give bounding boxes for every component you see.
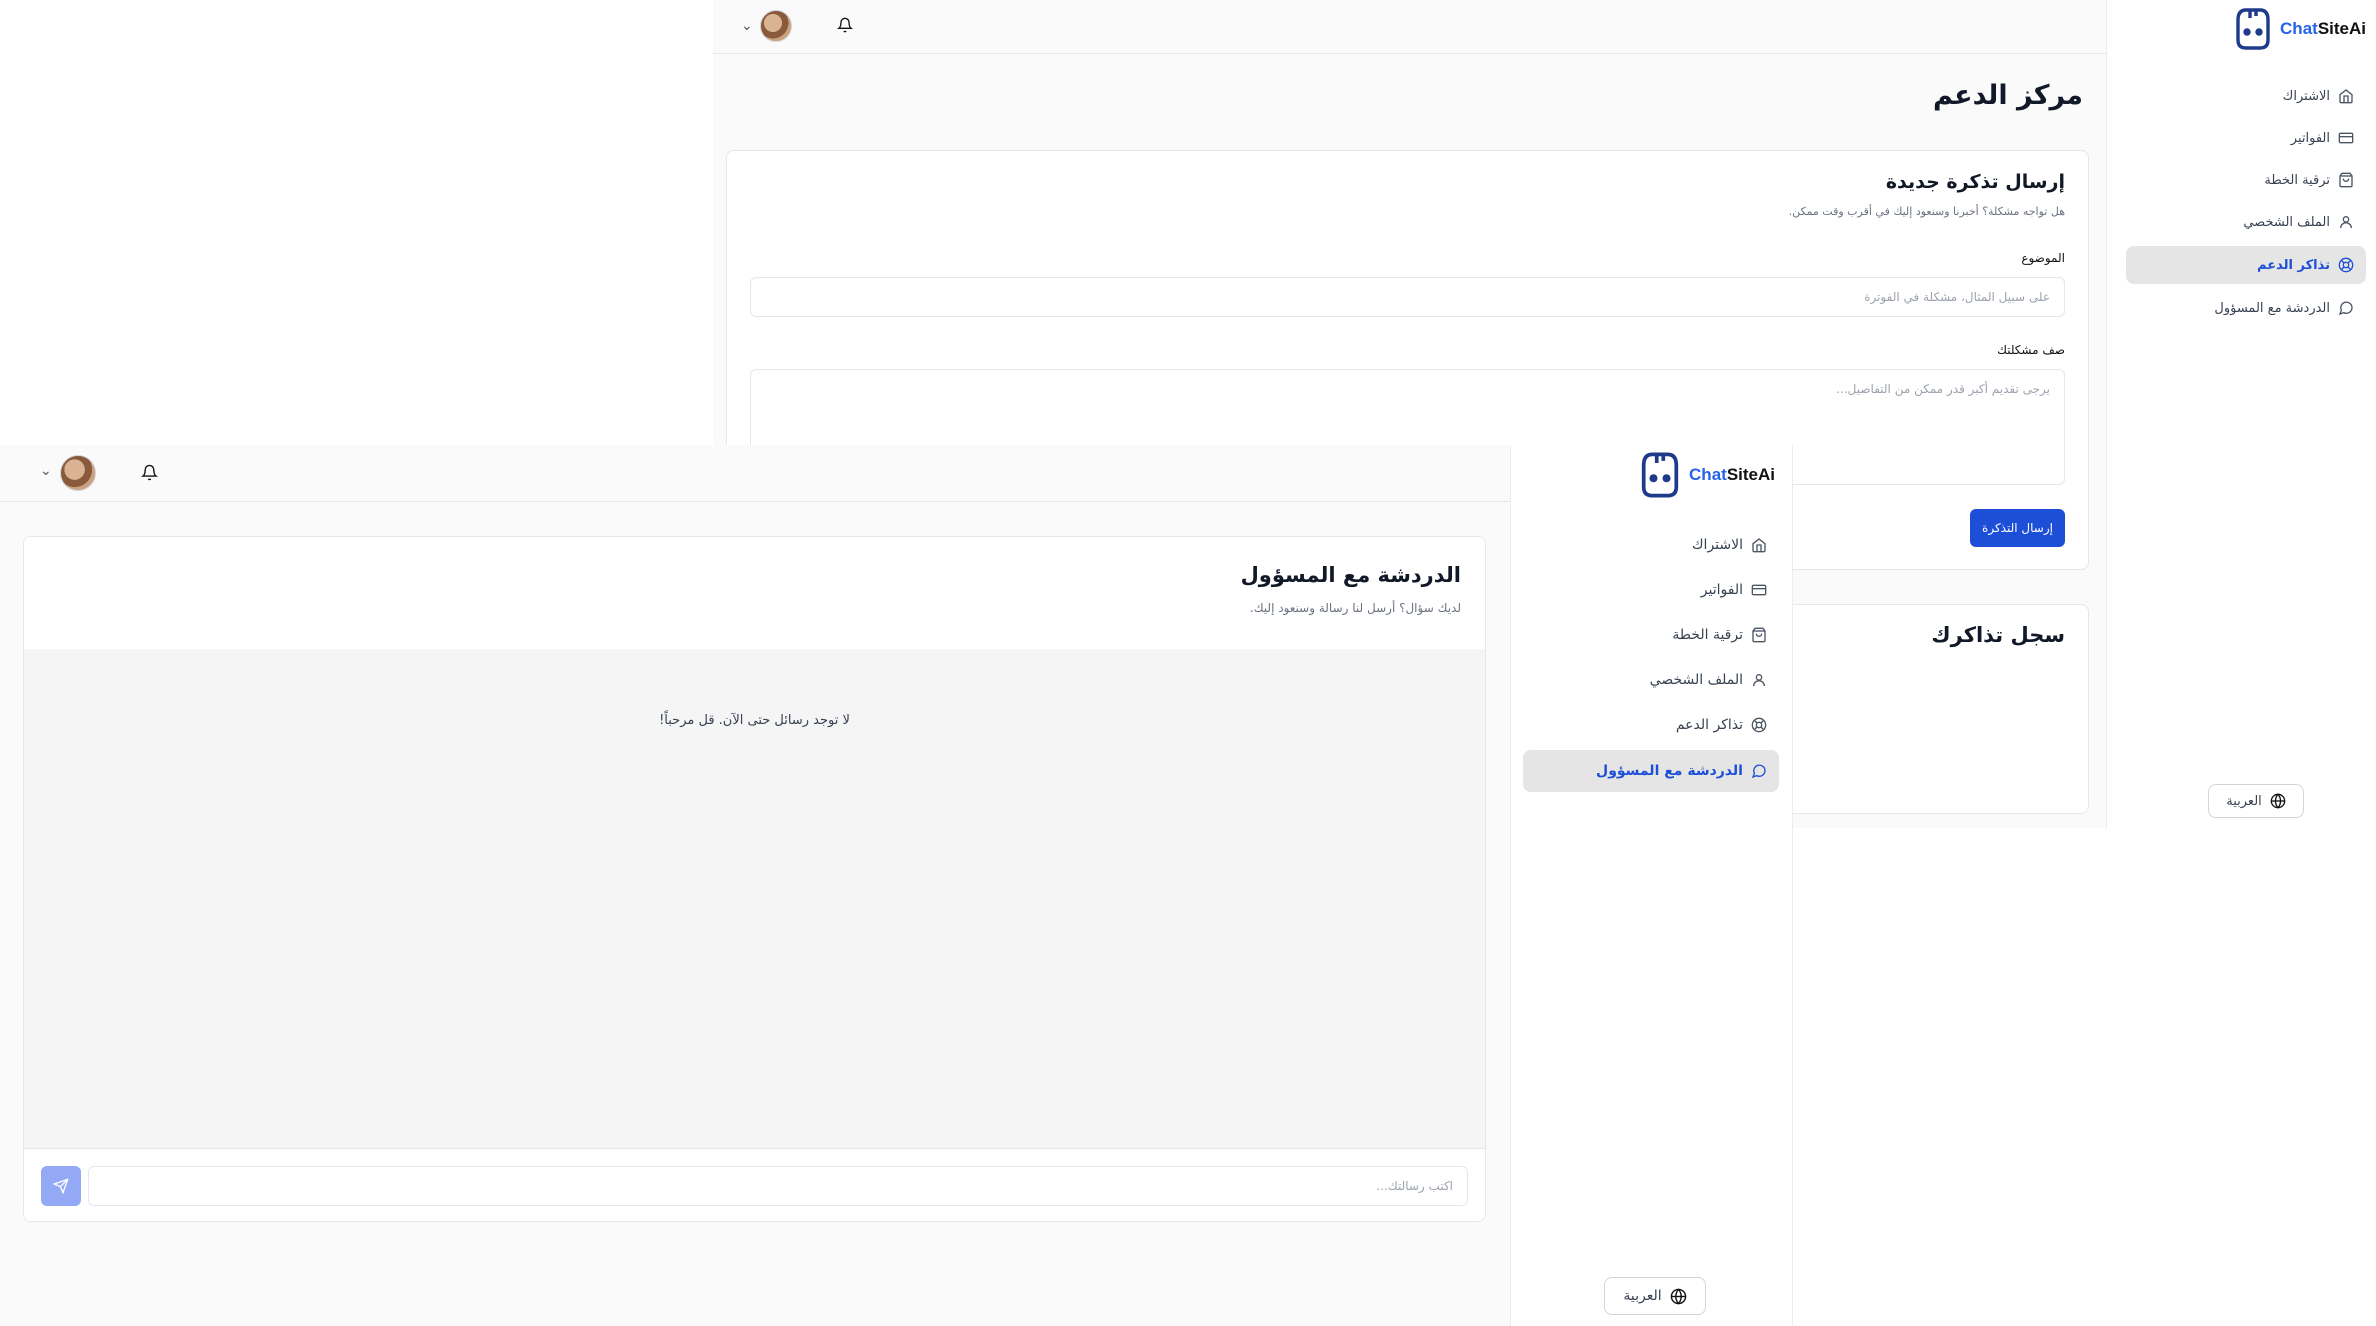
sidebar-item-label: الاشتراك — [1692, 537, 1743, 553]
sidebar-item-label: الملف الشخصي — [2243, 214, 2330, 230]
brand-name-prefix: Chat — [2280, 19, 2318, 38]
chevron-down-icon[interactable]: ⌄ — [40, 464, 52, 478]
sidebar-item-invoices[interactable]: الفواتير — [1523, 570, 1779, 610]
sidebar-item-upgrade-plan[interactable]: ترقية الخطة — [1523, 615, 1779, 655]
main-area: ⌄ الدردشة مع المسؤول لديك سؤال؟ أرسل لنا… — [0, 445, 1510, 1326]
message-input[interactable]: اكتب رسالتك... — [88, 1166, 1468, 1206]
sidebar-item-support-tickets[interactable]: تذاكر الدعم — [2126, 246, 2366, 284]
sidebar-item-label: الفواتير — [1700, 582, 1743, 598]
sidebar-item-label: ترقية الخطة — [2264, 172, 2330, 188]
sidebar-item-label: تذاكر الدعم — [1675, 717, 1743, 733]
sidebar-item-label: الدردشة مع المسؤول — [1596, 763, 1743, 779]
sidebar-item-upgrade-plan[interactable]: ترقية الخطة — [2126, 162, 2366, 198]
chevron-down-icon[interactable]: ⌄ — [741, 19, 753, 33]
language-selector[interactable]: العربية — [1604, 1277, 1706, 1315]
sidebar-item-label: الملف الشخصي — [1649, 672, 1743, 688]
top-bar: ⌄ — [713, 0, 2106, 54]
sidebar-item-label: ترقية الخطة — [1672, 627, 1743, 643]
brand-name-suffix: SiteAi — [2317, 19, 2366, 38]
credit-card-icon — [2338, 130, 2354, 146]
logo-icon — [2232, 6, 2274, 52]
messages-area: لا توجد رسائل حتى الآن. قل مرحباً! — [24, 649, 1485, 1149]
chat-card: الدردشة مع المسؤول لديك سؤال؟ أرسل لنا ر… — [23, 536, 1486, 1222]
sidebar-item-subscription[interactable]: الاشتراك — [1523, 525, 1779, 565]
language-selector[interactable]: العربية — [2208, 784, 2304, 818]
language-label: العربية — [2226, 793, 2262, 809]
top-bar: ⌄ — [0, 445, 1510, 502]
bell-icon[interactable] — [837, 17, 853, 33]
sidebar-nav: الاشتراك الفواتير ترقية الخطة الملف الشخ… — [1523, 525, 1779, 792]
home-icon — [2338, 88, 2354, 104]
sidebar: ChatSiteAi الاشتراك الفواتير ترقية الخطة… — [2106, 0, 2376, 828]
sidebar-item-profile[interactable]: الملف الشخصي — [1523, 660, 1779, 700]
language-label: العربية — [1623, 1288, 1662, 1304]
submit-ticket-button[interactable]: إرسال التذكرة — [1970, 509, 2065, 547]
brand-name: ChatSiteAi — [2280, 19, 2366, 39]
lifebuoy-icon — [2338, 257, 2354, 273]
sidebar-item-label: تذاكر الدعم — [2257, 257, 2330, 273]
send-icon — [53, 1178, 69, 1194]
sidebar-item-profile[interactable]: الملف الشخصي — [2126, 204, 2366, 240]
message-circle-icon — [2338, 300, 2354, 316]
user-icon — [1751, 672, 1767, 688]
subject-input[interactable]: على سبيل المثال، مشكلة في الفوترة — [750, 277, 2065, 317]
user-icon — [2338, 214, 2354, 230]
credit-card-icon — [1751, 582, 1767, 598]
brand-name-suffix: SiteAi — [1726, 465, 1775, 484]
bell-icon[interactable] — [141, 464, 158, 481]
home-icon — [1751, 537, 1767, 553]
sidebar-item-support-tickets[interactable]: تذاكر الدعم — [1523, 705, 1779, 745]
sidebar: ChatSiteAi الاشتراك الفواتير ترقية الخطة… — [1510, 445, 1793, 1326]
shopping-bag-icon — [1751, 627, 1767, 643]
sidebar-item-invoices[interactable]: الفواتير — [2126, 120, 2366, 156]
admin-chat-window: ⌄ الدردشة مع المسؤول لديك سؤال؟ أرسل لنا… — [0, 445, 1793, 1326]
message-circle-icon — [1751, 763, 1767, 779]
new-ticket-title: إرسال تذكرة جديدة — [1885, 171, 2065, 193]
sidebar-item-admin-chat[interactable]: الدردشة مع المسؤول — [2126, 290, 2366, 326]
sidebar-item-subscription[interactable]: الاشتراك — [2126, 78, 2366, 114]
brand-name: ChatSiteAi — [1689, 465, 1775, 485]
sidebar-item-label: الاشتراك — [2282, 88, 2330, 104]
subject-label: الموضوع — [2021, 251, 2065, 265]
avatar[interactable] — [60, 455, 96, 491]
lifebuoy-icon — [1751, 717, 1767, 733]
logo-icon — [1637, 450, 1683, 500]
brand-logo[interactable]: ChatSiteAi — [2232, 6, 2366, 52]
message-composer: اكتب رسالتك... — [24, 1149, 1485, 1221]
chat-title: الدردشة مع المسؤول — [1240, 563, 1461, 587]
chat-subtitle: لديك سؤال؟ أرسل لنا رسالة وسنعود إليك. — [1249, 601, 1461, 615]
avatar[interactable] — [760, 10, 792, 42]
ticket-history-title: سجل تذاكرك — [1931, 623, 2065, 647]
globe-icon — [2270, 793, 2286, 809]
sidebar-item-label: الفواتير — [2290, 130, 2330, 146]
sidebar-item-label: الدردشة مع المسؤول — [2214, 300, 2330, 316]
page-title: مركز الدعم — [1932, 80, 2083, 111]
shopping-bag-icon — [2338, 172, 2354, 188]
sidebar-item-admin-chat[interactable]: الدردشة مع المسؤول — [1523, 750, 1779, 792]
brand-logo[interactable]: ChatSiteAi — [1637, 450, 1775, 500]
globe-icon — [1670, 1287, 1687, 1305]
empty-messages-text: لا توجد رسائل حتى الآن. قل مرحباً! — [659, 713, 850, 728]
brand-name-prefix: Chat — [1689, 465, 1727, 484]
new-ticket-subtitle: هل تواجه مشكلة؟ أخبرنا وسنعود إليك في أق… — [1788, 205, 2065, 218]
description-label: صف مشكلتك — [1997, 343, 2065, 357]
sidebar-nav: الاشتراك الفواتير ترقية الخطة الملف الشخ… — [2126, 78, 2366, 326]
send-button[interactable] — [41, 1166, 81, 1206]
chat-header: الدردشة مع المسؤول لديك سؤال؟ أرسل لنا ر… — [24, 537, 1485, 649]
